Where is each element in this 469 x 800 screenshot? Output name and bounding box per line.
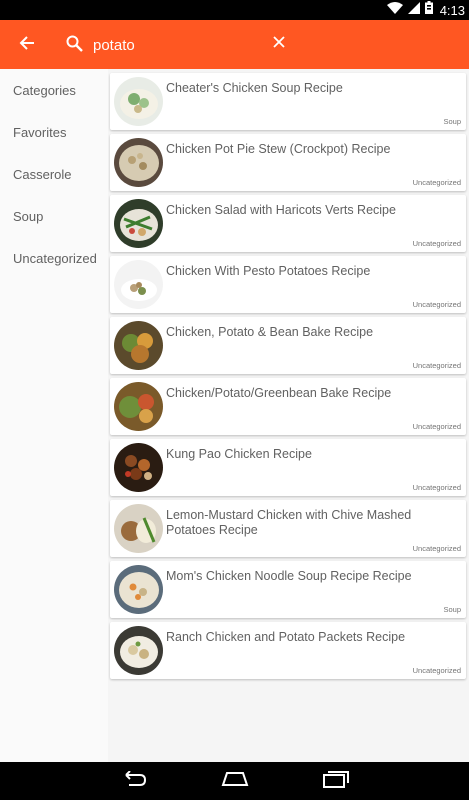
home-icon [221,771,249,792]
recipe-category: Uncategorized [412,483,461,492]
recipe-card[interactable]: Chicken, Potato & Bean Bake Recipe Uncat… [110,317,466,374]
battery-icon [424,1,433,19]
nav-recents-button[interactable] [321,770,351,792]
status-time: 4:13 [439,2,465,18]
sidebar-item-categories[interactable]: Categories [0,70,108,112]
clear-search-button[interactable] [268,33,290,55]
recipe-title: Kung Pao Chicken Recipe [166,447,312,461]
nav-back-button[interactable] [119,769,149,792]
recipe-category: Uncategorized [412,666,461,675]
sidebar: Categories Favorites Casserole Soup Unca… [0,69,108,762]
close-icon [273,35,285,53]
sidebar-item-uncategorized[interactable]: Uncategorized [0,238,108,280]
recipe-thumbnail [114,77,163,126]
recipe-list: Cheater's Chicken Soup Recipe Soup Chick… [108,69,469,762]
recipe-thumbnail [114,260,163,309]
recipe-thumbnail [114,504,163,553]
recipe-thumbnail [114,382,163,431]
recipe-title: Chicken With Pesto Potatoes Recipe [166,264,371,278]
recipe-card[interactable]: Kung Pao Chicken Recipe Uncategorized [110,439,466,496]
recipe-category: Soup [443,117,461,126]
recipe-card[interactable]: Chicken Salad with Haricots Verts Recipe… [110,195,466,252]
sidebar-list: Categories Favorites Casserole Soup Unca… [0,69,108,280]
recipe-card[interactable]: Chicken/Potato/Greenbean Bake Recipe Unc… [110,378,466,435]
cell-signal-icon [407,1,420,19]
recipe-thumbnail [114,565,163,614]
back-nav-icon [120,769,148,792]
recipe-category: Uncategorized [412,422,461,431]
recipe-thumbnail [114,626,163,675]
navigation-bar [0,762,469,800]
recipe-category: Uncategorized [412,178,461,187]
status-bar: 4:13 [0,0,469,20]
wifi-icon [386,1,403,19]
recipe-title: Chicken Salad with Haricots Verts Recipe [166,203,396,217]
recipe-category: Uncategorized [412,300,461,309]
recipe-title: Mom's Chicken Noodle Soup Recipe Recipe [166,569,412,583]
recipe-card[interactable]: Chicken With Pesto Potatoes Recipe Uncat… [110,256,466,313]
status-icons: 4:13 [386,0,465,20]
recents-icon [322,770,350,793]
search-input[interactable] [93,33,263,57]
recipe-thumbnail [114,443,163,492]
recipe-category: Soup [443,605,461,614]
recipe-card[interactable]: Chicken Pot Pie Stew (Crockpot) Recipe U… [110,134,466,191]
back-button[interactable] [14,32,40,58]
recipe-title: Chicken Pot Pie Stew (Crockpot) Recipe [166,142,391,156]
sidebar-item-soup[interactable]: Soup [0,196,108,238]
sidebar-item-favorites[interactable]: Favorites [0,112,108,154]
recipe-category: Uncategorized [412,239,461,248]
recipe-card[interactable]: Lemon-Mustard Chicken with Chive Mashed … [110,500,466,557]
recipe-card[interactable]: Ranch Chicken and Potato Packets Recipe … [110,622,466,679]
recipe-thumbnail [114,199,163,248]
recipe-title: Chicken, Potato & Bean Bake Recipe [166,325,374,339]
nav-home-button[interactable] [220,770,250,792]
recipe-title: Ranch Chicken and Potato Packets Recipe [166,630,406,644]
recipe-title: Lemon-Mustard Chicken with Chive Mashed … [166,508,412,537]
recipe-category: Uncategorized [412,361,461,370]
arrow-left-icon [19,35,35,56]
recipe-card[interactable]: Cheater's Chicken Soup Recipe Soup [110,73,466,130]
recipe-thumbnail [114,138,163,187]
sidebar-item-casserole[interactable]: Casserole [0,154,108,196]
app-bar [0,20,469,69]
recipe-title: Chicken/Potato/Greenbean Bake Recipe [166,386,392,400]
recipe-title: Cheater's Chicken Soup Recipe [166,81,343,95]
search-icon [65,34,85,54]
recipe-thumbnail [114,321,163,370]
recipe-category: Uncategorized [412,544,461,553]
recipe-card[interactable]: Mom's Chicken Noodle Soup Recipe Recipe … [110,561,466,618]
